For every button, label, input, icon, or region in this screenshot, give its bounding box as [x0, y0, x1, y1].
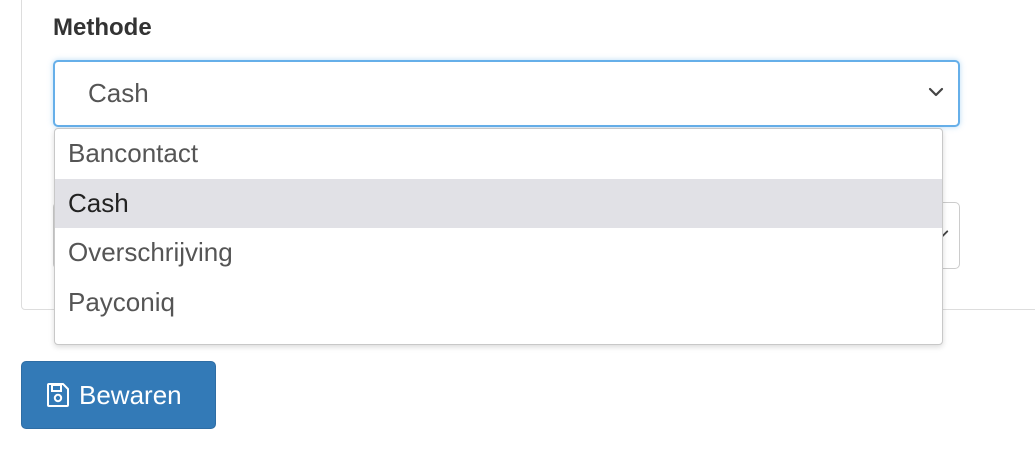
chevron-down-icon — [928, 87, 944, 97]
option-cash[interactable]: Cash — [55, 178, 942, 228]
method-label: Methode — [53, 14, 152, 41]
save-button-label: Bewaren — [79, 379, 182, 410]
method-select[interactable]: Cash — [53, 60, 960, 127]
page: Methode Cash Bancontact Cash Overschrijv… — [0, 0, 1035, 455]
option-payconiq[interactable]: Payconiq — [55, 278, 942, 328]
option-bancontact[interactable]: Bancontact — [55, 129, 942, 179]
save-icon — [47, 383, 69, 407]
method-select-value: Cash — [88, 78, 149, 108]
method-dropdown-list: Bancontact Cash Overschrijving Payconiq — [54, 128, 943, 345]
option-overschrijving[interactable]: Overschrijving — [55, 228, 942, 278]
save-button[interactable]: Bewaren — [21, 361, 216, 429]
